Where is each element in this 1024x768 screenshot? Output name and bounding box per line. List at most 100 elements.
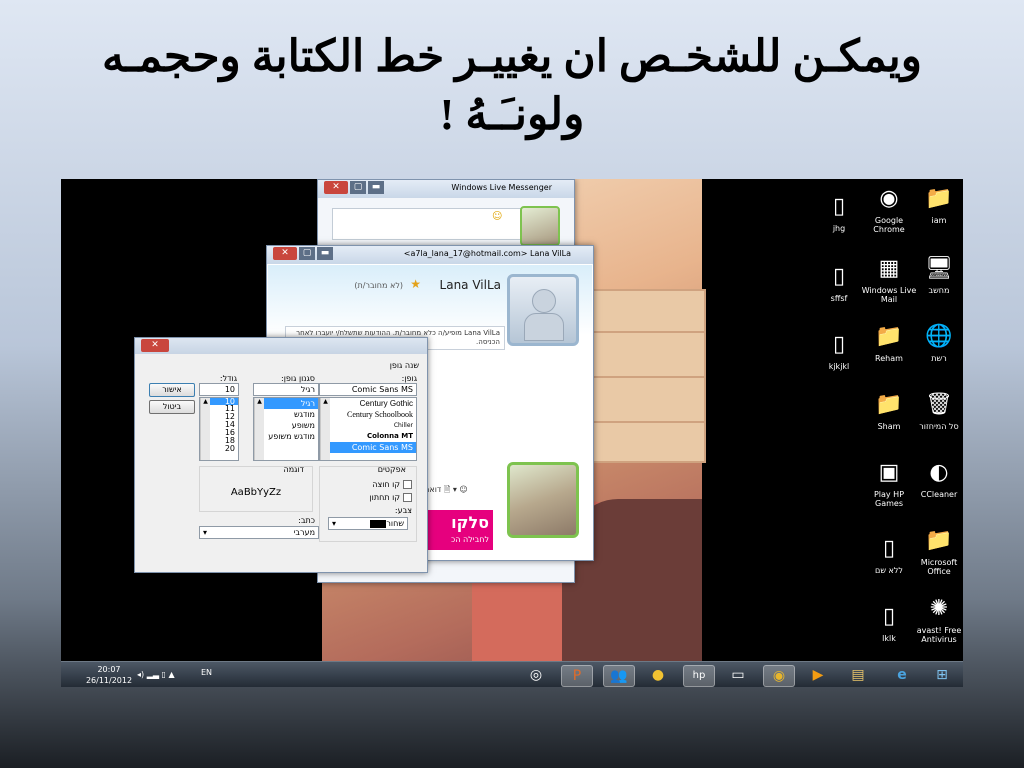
taskbar-app-powerpoint[interactable]: P [561,665,593,687]
list-item[interactable]: Century Gothic [320,398,416,409]
taskbar: 20:07 26/11/2012 ◂) ▂▃ ▯ ▲ EN ◎ P 👥 ● hp… [61,661,963,687]
font-dialog-titlebar[interactable]: ✕ [135,338,427,354]
live-mail-icon: ▦ [878,256,900,281]
sample-preview: AaBbYyZz [230,487,282,498]
messenger-icon: 👥 [610,668,628,684]
close-button[interactable]: ✕ [273,247,297,260]
close-button[interactable]: ✕ [141,339,169,352]
effects-label: אפקטים [377,465,406,474]
color-select[interactable]: שחור ▾ [328,517,408,530]
slide-title-line2: ولونـَـهُ ! [439,90,585,139]
desktop-icon-lklk[interactable]: ▯ lklk [860,603,918,643]
script-select[interactable]: מערבי ▾ [199,526,319,539]
desktop-icon-play-hp-games[interactable]: ▣ Play HP Games [860,459,918,508]
font-size-input[interactable]: 10 [199,383,239,396]
favorite-star-icon[interactable]: ★ [410,277,421,291]
media-player-icon: ● [651,667,665,683]
clock-date: 26/11/2012 [85,676,133,685]
explorer-folder-icon: ▤ [851,667,865,683]
taskbar-app-messenger[interactable]: 👥 [603,665,635,687]
slide-title: ويمكـن للشخـص ان يغييـر خط الكتابة وحجمـ… [0,28,1024,144]
chrome-icon: ◉ [772,668,786,684]
font-label: גופן: [401,374,417,383]
start-button[interactable]: ⊞ [927,665,957,685]
font-style-list[interactable]: רגיל מודגש משופע מודגש משופע ▲ [253,397,319,461]
desktop-icon-sham[interactable]: 📁 Sham [860,391,918,431]
ok-button[interactable]: אישור [149,383,195,397]
taskbar-app-player[interactable]: ▶ [803,665,833,685]
font-input[interactable]: Comic Sans MS [319,383,417,396]
chat-title: <a7la_lana_17@hotmail.com> Lana VilLa [403,249,571,258]
strikethrough-checkbox[interactable]: קו חוצה [372,480,412,489]
taskbar-app-explorer[interactable]: ▤ [843,665,873,685]
font-size-scrollbar[interactable]: ▲ [200,398,210,460]
font-style-label: סגנון גופן: [281,374,315,383]
maximize-button[interactable]: ▢ [299,247,315,260]
contact-avatar [507,274,579,346]
close-button[interactable]: ✕ [324,181,348,194]
font-style-input[interactable]: רגיל [253,383,319,396]
sample-label: דוגמה [283,465,304,474]
taskbar-app-media-player[interactable]: ● [643,665,673,685]
volume-icon[interactable]: ◂) [137,670,144,679]
taskbar-app-chrome[interactable]: ◉ [763,665,795,687]
system-tool-icon: ◎ [529,667,543,683]
font-size-label: גודל: [219,374,237,383]
cancel-button[interactable]: ביטול [149,400,195,414]
font-dialog[interactable]: ✕ שנה גופן גופן: סגנון גופן: גודל: Comic… [134,337,428,573]
ccleaner-icon: ◐ [929,460,949,485]
font-size-list[interactable]: 10 11 12 14 16 18 20 ▲ [199,397,239,461]
language-indicator[interactable]: EN [201,668,212,677]
start-orb-icon: ⊞ [936,667,948,683]
desktop-icon-google-chrome[interactable]: ◉ Google Chrome [860,185,918,234]
font-list-scrollbar[interactable]: ▲ [320,398,330,460]
folder-user-icon: 📁 [925,186,953,211]
desktop-icon-windows-live-mail[interactable]: ▦ Windows Live Mail [860,255,918,304]
taskbar-app-network-tool[interactable]: ▭ [723,665,753,685]
font-list[interactable]: Century Gothic Century Schoolbook Chille… [319,397,417,461]
desktop-icon-jhg[interactable]: ▯ jhg [810,193,868,233]
taskbar-app-hp[interactable]: hp [683,665,715,687]
desktop-icon-untitled[interactable]: ▯ ללא שם [860,535,918,575]
desktop-icon-kjkjkl[interactable]: ▯ kjkjkl [810,331,868,371]
taskbar-app-system-tool[interactable]: ◎ [521,665,551,685]
maximize-button[interactable]: ▢ [350,181,366,194]
network-tool-icon: ▭ [731,667,745,683]
network-globe-icon: 🌐 [925,324,953,349]
wallpaper-shelf [592,289,706,463]
hp-icon: hp [692,670,706,681]
computer-icon: 🖥 [925,256,953,281]
minimize-button[interactable]: ▬ [368,181,384,194]
ad-banner[interactable]: סלקו לחבילה הכ [419,510,493,550]
font-dialog-title: שנה גופן [389,361,419,370]
signal-icon[interactable]: ▂▃ [147,670,159,679]
list-item[interactable]: Comic Sans MS [320,442,416,453]
recycle-bin-icon: 🗑 [925,392,953,417]
hp-games-icon: ▣ [878,460,900,485]
list-item[interactable]: Chiller [320,420,416,431]
file-shortcut-icon: ▯ [882,604,896,629]
list-item[interactable]: Colonna MT [320,431,416,442]
player-icon: ▶ [812,667,824,683]
taskbar-clock[interactable]: 20:07 26/11/2012 [77,664,141,686]
desktop-icon-sffsf[interactable]: ▯ sffsf [810,263,868,303]
underline-checkbox[interactable]: קו תחתון [370,493,412,502]
emoticon-icon[interactable]: ☺ [492,211,502,222]
list-item[interactable]: Century Schoolbook [320,409,416,420]
file-shortcut-icon: ▯ [832,332,846,357]
chat-titlebar[interactable]: ✕ ▢ ▬ <a7la_lana_17@hotmail.com> Lana Vi… [267,246,593,264]
font-style-scrollbar[interactable]: ▲ [254,398,264,460]
desktop-icon-reham[interactable]: 📁 Reham [860,323,918,363]
contact-status: (לא מחובר/ת) [354,281,403,290]
battery-icon[interactable]: ▯ [162,670,166,679]
messenger-main-titlebar[interactable]: ✕ ▢ ▬ Windows Live Messenger [318,180,574,198]
color-label: צבע: [394,506,412,515]
file-shortcut-icon: ▯ [832,194,846,219]
minimize-button[interactable]: ▬ [317,247,333,260]
chrome-icon: ◉ [879,186,899,211]
contact-name: Lana VilLa [439,278,501,292]
show-hidden-icon[interactable]: ▲ [169,670,175,679]
folder-icon: 📁 [875,392,903,417]
system-tray[interactable]: ◂) ▂▃ ▯ ▲ [137,670,175,679]
taskbar-app-internet-explorer[interactable]: e [887,665,917,685]
